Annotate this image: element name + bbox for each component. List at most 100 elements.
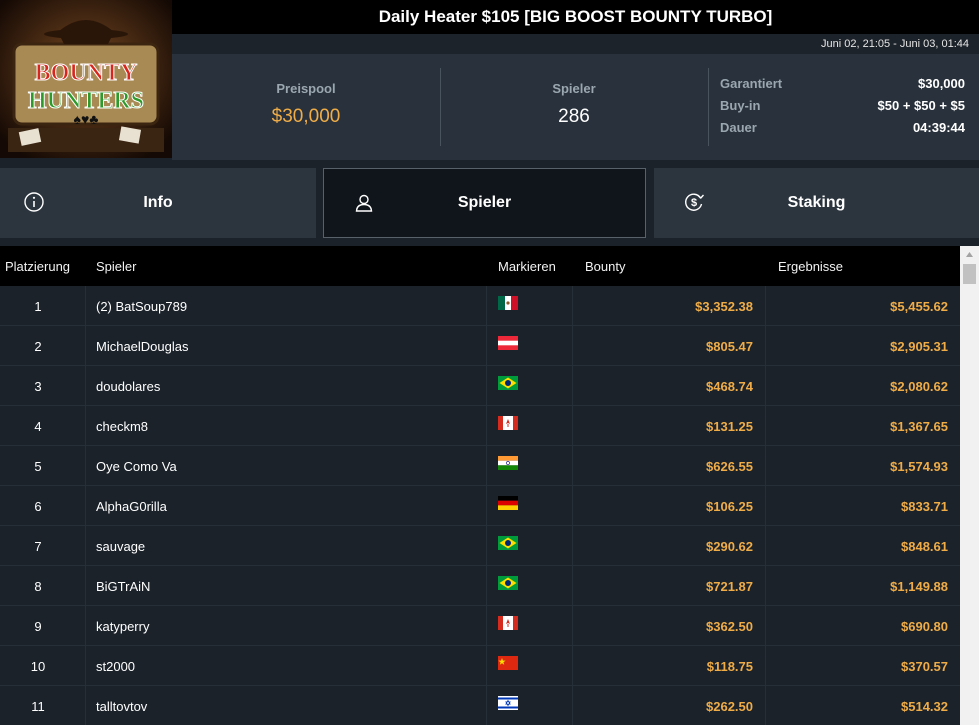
austria-flag-icon: [498, 336, 518, 350]
column-divider: [486, 366, 487, 406]
row-result: $833.71: [901, 499, 948, 514]
column-divider: [486, 606, 487, 646]
players-label: Spieler: [552, 81, 596, 96]
column-divider: [486, 526, 487, 566]
row-player-name[interactable]: (2) BatSoup789: [96, 299, 187, 314]
header-bounty[interactable]: Bounty: [585, 259, 625, 274]
column-divider: [85, 606, 86, 646]
column-divider: [85, 446, 86, 486]
row-result: $1,574.93: [890, 459, 948, 474]
germany-flag-icon: [498, 496, 518, 510]
tab-staking-label: Staking: [787, 194, 846, 211]
players-value: 286: [558, 106, 590, 127]
row-player-name[interactable]: checkm8: [96, 419, 148, 434]
row-bounty: $131.25: [706, 419, 753, 434]
header-rank[interactable]: Platzierung: [5, 259, 70, 274]
column-divider: [486, 446, 487, 486]
column-divider: [85, 286, 86, 326]
row-player-name[interactable]: AlphaG0rilla: [96, 499, 167, 514]
row-player-name[interactable]: sauvage: [96, 539, 145, 554]
table-row[interactable]: 7 sauvage $290.62 $848.61: [0, 526, 960, 566]
logo-text-bounty: BOUNTY: [35, 60, 138, 86]
table-row[interactable]: 2 MichaelDouglas $805.47 $2,905.31: [0, 326, 960, 366]
tab-spieler-label: Spieler: [457, 194, 512, 211]
table-row[interactable]: 3 doudolares $468.74 $2,080.62: [0, 366, 960, 406]
row-rank: 10: [30, 659, 46, 674]
row-bounty: $3,352.38: [695, 299, 753, 314]
row-player-name[interactable]: MichaelDouglas: [96, 339, 189, 354]
tab-staking[interactable]: $ Staking: [654, 168, 979, 238]
column-divider: [572, 366, 573, 406]
column-divider: [486, 686, 487, 725]
header-player[interactable]: Spieler: [96, 259, 136, 274]
column-divider: [486, 406, 487, 446]
header-flag[interactable]: Markieren: [498, 259, 556, 274]
tab-spieler[interactable]: Spieler: [323, 168, 646, 238]
table-scrollbar[interactable]: [960, 246, 979, 725]
column-divider: [486, 286, 487, 326]
row-result: $2,905.31: [890, 339, 948, 354]
info-icon: [24, 192, 44, 212]
buyin-label: Buy-in: [720, 98, 761, 113]
brazil-flag-icon: [498, 536, 518, 550]
china-flag-icon: [498, 656, 518, 670]
tournament-logo: BOUNTY HUNTERS ♠♥♣: [0, 0, 172, 158]
table-row[interactable]: 5 Oye Como Va $626.55 $1,574.93: [0, 446, 960, 486]
column-divider: [486, 566, 487, 606]
prizepool-label: Preispool: [276, 81, 336, 96]
row-result: $1,367.65: [890, 419, 948, 434]
row-rank: 11: [31, 699, 45, 714]
india-flag-icon: [498, 456, 518, 470]
tournament-stats-panel: Preispool $30,000 Spieler 286 Garantiert…: [172, 54, 979, 160]
row-player-name[interactable]: BiGTrAiN: [96, 579, 150, 594]
dollar-cycle-icon: $: [685, 193, 704, 211]
brazil-flag-icon: [498, 576, 518, 590]
scroll-up-arrow[interactable]: [960, 246, 979, 263]
tab-bar: Info Spieler $ Staking: [0, 160, 979, 246]
results-table-body: 1 (2) BatSoup789 $3,352.38 $5,455.62 2 Michae…: [0, 286, 960, 725]
row-player-name[interactable]: st2000: [96, 659, 135, 674]
table-row[interactable]: 9 katyperry $362.50 $690.80: [0, 606, 960, 646]
table-row[interactable]: 6 AlphaG0rilla $106.25 $833.71: [0, 486, 960, 526]
column-divider: [85, 566, 86, 606]
column-divider: [85, 646, 86, 686]
column-divider: [486, 486, 487, 526]
row-bounty: $721.87: [706, 579, 753, 594]
row-bounty: $118.75: [706, 659, 753, 674]
row-player-name[interactable]: talltovtov: [96, 699, 147, 714]
guaranteed-label: Garantiert: [720, 76, 783, 91]
tournament-date-range: Juni 02, 21:05 - Juni 03, 01:44: [172, 34, 979, 54]
row-player-name[interactable]: Oye Como Va: [96, 459, 177, 474]
table-row[interactable]: 10 st2000 $118.75 $370.57: [0, 646, 960, 686]
row-rank: 3: [34, 379, 42, 394]
table-row[interactable]: 1 (2) BatSoup789 $3,352.38 $5,455.62: [0, 286, 960, 326]
row-bounty: $290.62: [706, 539, 753, 554]
row-bounty: $262.50: [706, 699, 753, 714]
table-row[interactable]: 11 talltovtov $262.50 $514.32: [0, 686, 960, 725]
column-divider: [572, 686, 573, 725]
row-bounty: $106.25: [706, 499, 753, 514]
column-divider: [765, 566, 766, 606]
column-divider: [765, 646, 766, 686]
duration-value: 04:39:44: [912, 120, 965, 135]
row-player-name[interactable]: doudolares: [96, 379, 160, 394]
row-player-name[interactable]: katyperry: [96, 619, 149, 634]
column-divider: [85, 486, 86, 526]
tab-info[interactable]: Info: [0, 168, 316, 238]
header-results[interactable]: Ergebnisse: [778, 259, 843, 274]
column-divider: [572, 406, 573, 446]
row-rank: 4: [34, 419, 42, 434]
column-divider: [85, 686, 86, 725]
players-stat: Spieler 286: [440, 54, 708, 160]
table-header: Platzierung Spieler Markieren Bounty Erg…: [0, 246, 960, 286]
duration-label: Dauer: [720, 120, 757, 135]
guaranteed-row: Garantiert $30,000: [720, 76, 965, 98]
scroll-thumb[interactable]: [963, 264, 976, 284]
column-divider: [486, 326, 487, 366]
column-divider: [765, 526, 766, 566]
row-result: $848.61: [901, 539, 948, 554]
table-row[interactable]: 4 checkm8 $131.25 $1,367.65: [0, 406, 960, 446]
row-rank: 9: [34, 619, 42, 634]
column-divider: [765, 606, 766, 646]
table-row[interactable]: 8 BiGTrAiN $721.87 $1,149.88: [0, 566, 960, 606]
